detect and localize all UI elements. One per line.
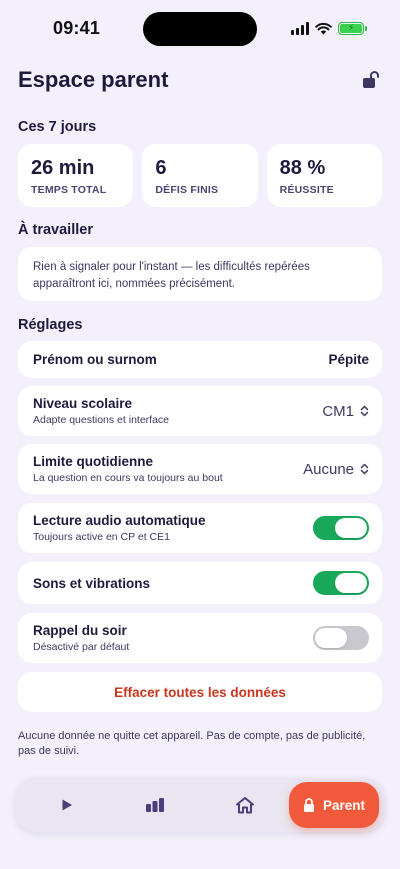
- stat-label: TEMPS TOTAL: [31, 184, 107, 196]
- toggle-knob: [335, 518, 367, 538]
- battery-charging-icon: ⚡: [338, 21, 367, 35]
- nickname-value[interactable]: Pépite: [328, 352, 369, 367]
- tab-bar: Parent: [15, 778, 385, 832]
- stats-row: 26 min TEMPS TOTAL 6 DÉFIS FINIS 88 % RÉ…: [18, 144, 382, 207]
- section-label-to-work: À travailler: [18, 222, 93, 238]
- status-icons: ⚡: [291, 20, 367, 36]
- bar-chart-icon: [146, 798, 164, 812]
- daily-limit-value: Aucune: [303, 460, 354, 478]
- page-title: Espace parent: [18, 67, 169, 92]
- tab-parent-label: Parent: [322, 797, 366, 813]
- stat-value: 6: [155, 157, 167, 179]
- toggle-knob: [315, 628, 347, 648]
- sounds-vibrations-row: Sons et vibrations: [18, 562, 382, 604]
- row-title: Prénom ou surnom: [33, 352, 157, 367]
- section-label-settings: Réglages: [18, 317, 83, 333]
- daily-limit-select[interactable]: Aucune: [303, 461, 369, 478]
- privacy-note: Aucune donnée ne quitte cet appareil. Pa…: [18, 730, 366, 757]
- evening-reminder-row: Rappel du soir Désactivé par défaut: [18, 613, 382, 663]
- row-title: Lecture audio automatique: [33, 513, 206, 528]
- stat-card-time: 26 min TEMPS TOTAL: [18, 144, 134, 207]
- chevron-up-down-icon: [360, 463, 369, 475]
- chevron-up-down-icon: [360, 405, 369, 417]
- row-title: Sons et vibrations: [33, 575, 151, 591]
- row-title: Limite quotidienne: [33, 454, 153, 469]
- school-level-value: CM1: [322, 402, 354, 420]
- sounds-vibrations-toggle[interactable]: [313, 571, 369, 595]
- row-subtitle: Adapte questions et interface: [33, 414, 170, 426]
- row-subtitle: La question en cours va toujours au bout: [33, 472, 223, 484]
- stat-card-challenges: 6 DÉFIS FINIS: [142, 144, 258, 207]
- erase-data-button[interactable]: Effacer toutes les données: [18, 672, 382, 712]
- stat-value: 88 %: [279, 157, 326, 179]
- row-subtitle: Désactivé par défaut: [33, 641, 130, 653]
- wifi-icon: [315, 22, 332, 34]
- cellular-signal-icon: [291, 21, 309, 35]
- dynamic-island: [143, 12, 257, 46]
- evening-reminder-toggle[interactable]: [313, 626, 369, 650]
- unlock-icon[interactable]: [362, 70, 380, 90]
- row-subtitle: Toujours active en CP et CE1: [33, 531, 170, 543]
- difficulties-info-card: Rien à signaler pour l'instant — les dif…: [18, 247, 382, 301]
- audio-autoplay-row: Lecture audio automatique Toujours activ…: [18, 503, 382, 553]
- lock-icon: [303, 798, 314, 812]
- status-time: 09:41: [53, 18, 101, 38]
- stat-label: RÉUSSITE: [279, 184, 334, 196]
- section-label-week: Ces 7 jours: [18, 119, 97, 135]
- play-icon: [62, 799, 72, 811]
- toggle-knob: [335, 573, 367, 593]
- tab-parent[interactable]: Parent: [289, 782, 379, 828]
- status-bar: 09:41 ⚡: [0, 0, 400, 58]
- school-level-row[interactable]: Niveau scolaire Adapte questions et inte…: [18, 386, 382, 436]
- nickname-row[interactable]: Prénom ou surnom Pépite: [18, 341, 382, 378]
- stat-card-success: 88 % RÉUSSITE: [266, 144, 382, 207]
- audio-autoplay-toggle[interactable]: [313, 516, 369, 540]
- school-level-select[interactable]: CM1: [322, 403, 369, 420]
- tab-stats[interactable]: [125, 778, 185, 832]
- stat-label: DÉFIS FINIS: [155, 184, 219, 196]
- row-title: Rappel du soir: [33, 623, 127, 638]
- stat-value: 26 min: [31, 157, 95, 179]
- tab-home[interactable]: [215, 778, 275, 832]
- home-icon: [236, 797, 254, 814]
- daily-limit-row[interactable]: Limite quotidienne La question en cours …: [18, 444, 382, 494]
- tab-play[interactable]: [37, 778, 97, 832]
- row-title: Niveau scolaire: [33, 396, 133, 411]
